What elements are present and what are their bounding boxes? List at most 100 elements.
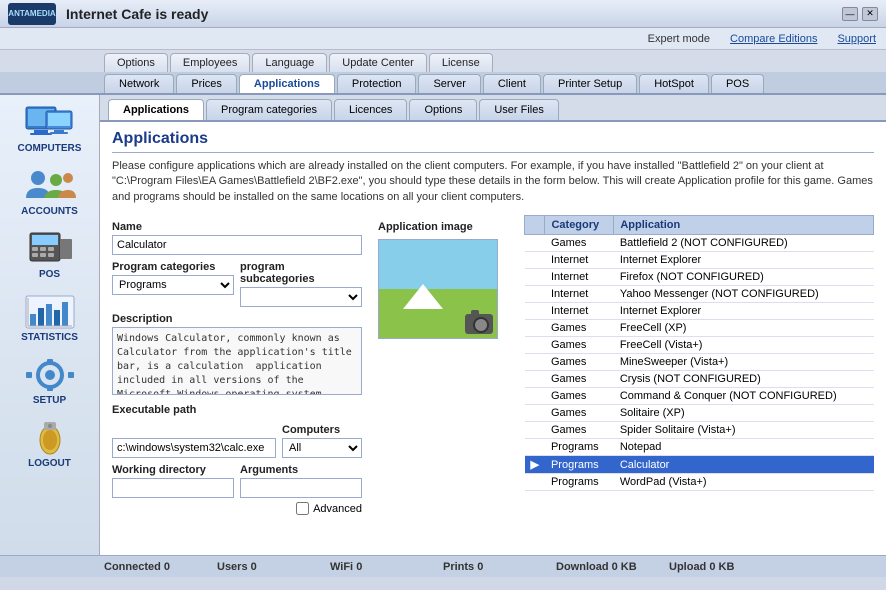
users-label: Users — [217, 561, 248, 573]
nav-tab-options[interactable]: Options — [104, 53, 168, 72]
nav-row-2: Network Prices Applications Protection S… — [0, 72, 886, 95]
row-category: Games — [545, 320, 614, 337]
row-arrow — [525, 388, 545, 405]
table-row[interactable]: Games Command & Conquer (NOT CONFIGURED) — [525, 388, 874, 405]
nav-tab-hotspot[interactable]: HotSpot — [639, 74, 709, 93]
row-application: FreeCell (Vista+) — [614, 337, 874, 354]
nav-tab-printer-setup[interactable]: Printer Setup — [543, 74, 637, 93]
table-row[interactable]: Internet Internet Explorer — [525, 303, 874, 320]
sidebar-item-statistics[interactable]: STATISTICS — [5, 288, 95, 349]
computers-icon — [24, 105, 76, 141]
table-row[interactable]: Games Crysis (NOT CONFIGURED) — [525, 371, 874, 388]
table-row[interactable]: Games FreeCell (XP) — [525, 320, 874, 337]
nav-tab-employees[interactable]: Employees — [170, 53, 250, 72]
nav-tab-license[interactable]: License — [429, 53, 493, 72]
prints-value: 0 — [477, 561, 483, 573]
sidebar-item-computers[interactable]: COMPUTERS — [5, 99, 95, 160]
sidebar-computers-label: COMPUTERS — [18, 143, 82, 154]
row-application: WordPad (Vista+) — [614, 474, 874, 491]
working-dir-input[interactable] — [112, 478, 234, 498]
pos-icon — [24, 231, 76, 267]
table-row[interactable]: Programs WordPad (Vista+) — [525, 474, 874, 491]
exec-path-input[interactable] — [112, 438, 276, 458]
nav-tab-update-center[interactable]: Update Center — [329, 53, 427, 72]
window-controls: — ✕ — [842, 7, 878, 21]
content-area: Applications Program categories Licences… — [100, 95, 886, 555]
sidebar-accounts-label: ACCOUNTS — [21, 206, 78, 217]
sub-tab-program-categories[interactable]: Program categories — [206, 99, 332, 120]
nav-tab-pos[interactable]: POS — [711, 74, 764, 93]
name-input[interactable] — [112, 235, 362, 255]
advanced-checkbox[interactable] — [296, 502, 309, 515]
table-row[interactable]: Games Spider Solitaire (Vista+) — [525, 422, 874, 439]
nav-tab-applications[interactable]: Applications — [239, 74, 335, 93]
sidebar-item-setup[interactable]: SETUP — [5, 351, 95, 412]
table-row[interactable]: ▶ Programs Calculator — [525, 456, 874, 474]
sidebar-item-logout[interactable]: LOGOUT — [5, 414, 95, 475]
nav-tab-network[interactable]: Network — [104, 74, 174, 93]
row-category: Games — [545, 354, 614, 371]
exec-row: Computers All — [112, 418, 362, 458]
nav-tab-protection[interactable]: Protection — [337, 74, 417, 93]
program-categories-select[interactable]: ProgramsGamesInternetOffice — [112, 275, 234, 295]
status-download: Download 0 KB — [556, 561, 669, 573]
sidebar-item-pos[interactable]: POS — [5, 225, 95, 286]
desc-field-label: Description — [112, 313, 362, 325]
support-link[interactable]: Support — [837, 33, 876, 45]
close-button[interactable]: ✕ — [862, 7, 878, 21]
nav-tab-client[interactable]: Client — [483, 74, 541, 93]
advanced-label: Advanced — [313, 503, 362, 515]
compare-editions-link[interactable]: Compare Editions — [730, 33, 817, 45]
row-application: Firefox (NOT CONFIGURED) — [614, 269, 874, 286]
applications-table: Category Application Games Battlefield 2… — [524, 215, 874, 491]
app-image-label: Application image — [378, 221, 508, 233]
nav-tab-language[interactable]: Language — [252, 53, 327, 72]
page-content: Applications Please configure applicatio… — [100, 122, 886, 555]
row-arrow — [525, 422, 545, 439]
sub-tab-licences[interactable]: Licences — [334, 99, 407, 120]
row-application: Battlefield 2 (NOT CONFIGURED) — [614, 235, 874, 252]
table-row[interactable]: Programs Notepad — [525, 439, 874, 456]
row-arrow — [525, 235, 545, 252]
sub-tab-options[interactable]: Options — [409, 99, 477, 120]
download-label: Download — [556, 561, 609, 573]
workdir-label: Working directory — [112, 464, 234, 476]
connected-label: Connected — [104, 561, 161, 573]
minimize-button[interactable]: — — [842, 7, 858, 21]
sub-tab-user-files[interactable]: User Files — [479, 99, 559, 120]
sub-tab-applications[interactable]: Applications — [108, 99, 204, 120]
sidebar: COMPUTERS ACCOUNTS — [0, 95, 100, 555]
upload-label: Upload — [669, 561, 706, 573]
description-textarea[interactable] — [112, 327, 362, 395]
row-application: Calculator — [614, 456, 874, 474]
application-list: Category Application Games Battlefield 2… — [524, 215, 874, 515]
application-image-container[interactable] — [378, 239, 498, 339]
users-value: 0 — [251, 561, 257, 573]
status-users: Users 0 — [217, 561, 330, 573]
row-arrow — [525, 269, 545, 286]
table-row[interactable]: Internet Yahoo Messenger (NOT CONFIGURED… — [525, 286, 874, 303]
table-row[interactable]: Games Solitaire (XP) — [525, 405, 874, 422]
top-links-bar: Expert mode Compare Editions Support — [0, 28, 886, 50]
categories-row: Program categories ProgramsGamesInternet… — [112, 255, 362, 307]
table-row[interactable]: Games MineSweeper (Vista+) — [525, 354, 874, 371]
program-subcategories-select[interactable] — [240, 287, 362, 307]
row-application: Command & Conquer (NOT CONFIGURED) — [614, 388, 874, 405]
sidebar-item-accounts[interactable]: ACCOUNTS — [5, 162, 95, 223]
arguments-input[interactable] — [240, 478, 362, 498]
row-application: Crysis (NOT CONFIGURED) — [614, 371, 874, 388]
table-row[interactable]: Games Battlefield 2 (NOT CONFIGURED) — [525, 235, 874, 252]
nav-tab-prices[interactable]: Prices — [176, 74, 237, 93]
nav-tab-server[interactable]: Server — [418, 74, 480, 93]
computers-select[interactable]: All — [282, 438, 362, 458]
row-arrow — [525, 474, 545, 491]
table-row[interactable]: Games FreeCell (Vista+) — [525, 337, 874, 354]
row-arrow: ▶ — [525, 456, 545, 474]
prog-sub-label: program subcategories — [240, 261, 362, 285]
table-row[interactable]: Internet Internet Explorer — [525, 252, 874, 269]
table-row[interactable]: Internet Firefox (NOT CONFIGURED) — [525, 269, 874, 286]
application-form: Name Program categories ProgramsGamesInt… — [112, 215, 874, 515]
wifi-value: 0 — [356, 561, 362, 573]
accounts-icon — [24, 168, 76, 204]
row-category: Internet — [545, 303, 614, 320]
